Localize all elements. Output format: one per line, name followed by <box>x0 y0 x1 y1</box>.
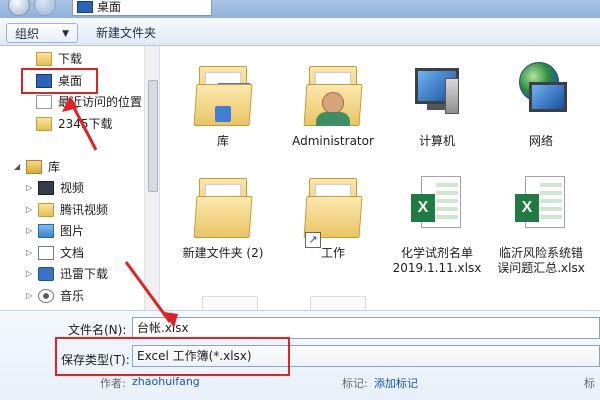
folder-icon <box>38 203 54 217</box>
nav-scrollbar-thumb[interactable] <box>148 80 158 192</box>
author-value[interactable]: zhaohuifang <box>132 375 200 388</box>
tags-label: 标记: <box>342 377 368 390</box>
excel-file-icon: X <box>513 168 569 244</box>
expand-arrow-icon[interactable]: ▷ <box>26 265 32 283</box>
file-item-partial[interactable] <box>202 296 258 310</box>
folder-icon <box>36 117 52 131</box>
highlight-box-desktop <box>21 68 98 94</box>
nav-item-label: 视频 <box>60 181 85 195</box>
file-item-linyi-risk-summary[interactable]: X 临沂风险系统错 误问题汇总.xlsx <box>486 164 596 276</box>
title-bar: 桌面 <box>0 0 600 18</box>
user-folder-icon <box>303 66 363 126</box>
desktop-icon <box>77 1 93 13</box>
add-tags-link[interactable]: 添加标记 <box>374 375 418 391</box>
video-library-icon <box>38 181 54 195</box>
library-icon <box>26 160 42 174</box>
toolbar: 组织 ▼ 新建文件夹 <box>0 18 600 46</box>
organize-button[interactable]: 组织 ▼ <box>6 23 78 43</box>
file-item-chemical-reagent-list[interactable]: X 化学试剂名单 2019.1.11.xlsx <box>382 164 492 276</box>
file-name: 工作 <box>320 246 345 260</box>
network-icon <box>513 56 569 132</box>
nav-item-label: 2345下载 <box>58 117 113 131</box>
highlight-box-save-type <box>55 337 290 376</box>
computer-icon <box>409 56 465 132</box>
expand-arrow-icon[interactable]: ▷ <box>26 222 32 240</box>
file-name: 临沂风险系统错 误问题汇总.xlsx <box>497 246 585 275</box>
filename-input[interactable]: 台帐.xlsx <box>132 317 600 339</box>
organize-label: 组织 <box>15 27 40 41</box>
new-folder-button[interactable]: 新建文件夹 <box>88 23 164 43</box>
file-item-new-folder-2[interactable]: 新建文件夹 (2) <box>168 164 278 276</box>
file-name: 新建文件夹 (2) <box>182 246 264 260</box>
recent-places-icon <box>36 95 52 109</box>
address-text: 桌面 <box>97 0 122 14</box>
music-library-icon <box>38 289 54 303</box>
expand-arrow-icon[interactable]: ▷ <box>26 201 32 219</box>
excel-file-icon: X <box>409 168 465 244</box>
file-item-administrator[interactable]: Administrator <box>278 52 388 164</box>
file-name: Administrator <box>292 134 374 148</box>
file-name: 化学试剂名单 2019.1.11.xlsx <box>392 246 482 275</box>
back-button[interactable] <box>8 0 30 16</box>
file-item-work[interactable]: ↗ 工作 <box>278 164 388 276</box>
address-bar[interactable]: 桌面 <box>72 0 212 16</box>
file-name: 网络 <box>528 134 553 148</box>
nav-item-label: 腾讯视频 <box>60 203 109 217</box>
file-item-partial[interactable] <box>310 296 366 310</box>
file-name: 库 <box>216 134 229 148</box>
chevron-down-icon: ▼ <box>62 29 69 39</box>
nav-item-label: 音乐 <box>60 289 85 303</box>
documents-library-icon <box>38 246 54 260</box>
author-label: 作者: <box>100 377 126 390</box>
file-item-network[interactable]: 网络 <box>486 52 596 164</box>
file-item-libraries[interactable]: 库 <box>168 52 278 164</box>
nav-item-label: 最近访问的位置 <box>58 95 143 109</box>
folder-shortcut-icon: ↗ <box>303 178 363 248</box>
nav-item-label: 库 <box>48 160 61 174</box>
expand-arrow-icon[interactable]: ▷ <box>26 244 32 262</box>
expand-arrow-icon[interactable]: ▷ <box>26 179 32 197</box>
expand-arrow-icon[interactable]: ▷ <box>26 287 32 305</box>
thunder-download-icon <box>38 267 54 281</box>
folder-icon <box>193 178 253 238</box>
nav-item-label: 文档 <box>60 246 85 260</box>
file-item-computer[interactable]: 计算机 <box>382 52 492 164</box>
collapse-arrow-icon[interactable]: ◢ <box>14 158 20 176</box>
save-details-panel: 文件名(N): 台帐.xlsx 保存类型(T): Excel 工作簿(*.xls… <box>0 310 600 400</box>
nav-item-label: 迅雷下载 <box>60 267 109 281</box>
truncated-label: 标 <box>584 377 595 390</box>
nav-item-label: 图片 <box>60 224 85 238</box>
library-folder-icon <box>193 66 253 126</box>
filename-label: 文件名(N): <box>68 323 127 337</box>
folder-icon <box>36 52 52 66</box>
file-name: 计算机 <box>418 134 455 148</box>
nav-scrollbar[interactable] <box>144 46 159 310</box>
forward-button[interactable] <box>34 0 56 16</box>
pictures-library-icon <box>38 224 54 238</box>
nav-item-label: 下载 <box>58 52 83 66</box>
file-list-pane: 库 Administrator 计算机 网络 新建文件夹 (2) ↗ 工作 X … <box>160 46 600 310</box>
